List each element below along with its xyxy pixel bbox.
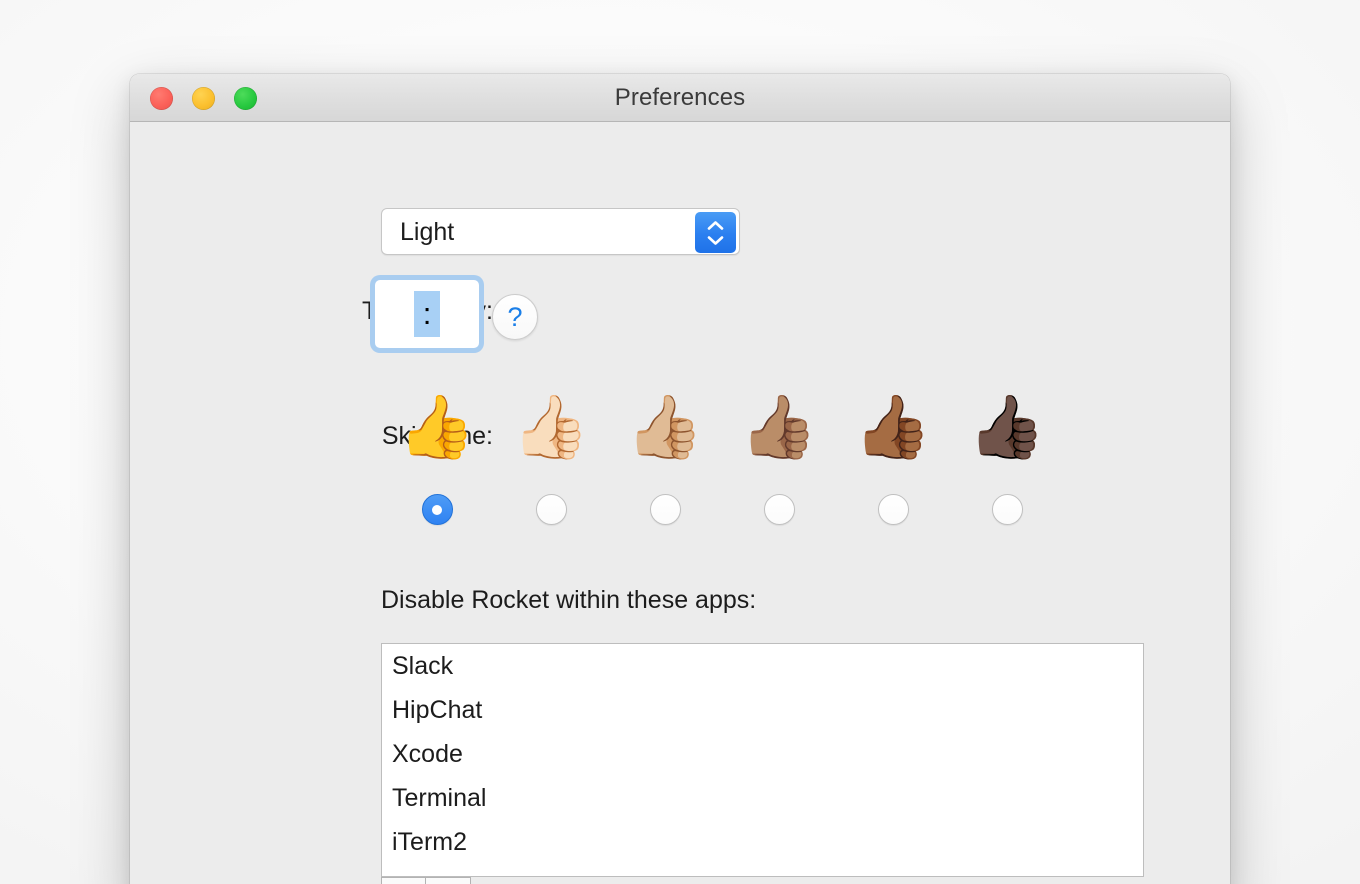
help-button[interactable]: ? bbox=[492, 294, 538, 340]
window-title: Preferences bbox=[614, 84, 746, 111]
thumbs-up-icon: 👍 bbox=[398, 393, 476, 462]
skin-tone-option-light[interactable]: 👍🏻 bbox=[494, 388, 608, 468]
skin-tone-radio-medium[interactable] bbox=[763, 494, 795, 525]
list-item[interactable]: iTerm2 bbox=[382, 820, 1143, 864]
remove-app-button[interactable] bbox=[426, 877, 471, 884]
list-item[interactable]: Terminal bbox=[382, 776, 1143, 820]
skin-tone-option-default[interactable]: 👍 bbox=[380, 388, 494, 468]
disabled-apps-list[interactable]: Slack HipChat Xcode Terminal iTerm2 bbox=[381, 643, 1144, 877]
skin-tone-radio-medium-light[interactable] bbox=[649, 494, 681, 525]
skin-tone-option-medium-dark[interactable]: 👍🏾 bbox=[836, 388, 950, 468]
disable-apps-heading: Disable Rocket within these apps: bbox=[381, 586, 757, 614]
desktop-background: Preferences Theme: Light Trigger key: bbox=[0, 0, 1360, 884]
window-titlebar[interactable]: Preferences bbox=[130, 74, 1230, 122]
skin-tone-radio-group bbox=[380, 494, 1064, 525]
skin-tone-option-medium-light[interactable]: 👍🏼 bbox=[608, 388, 722, 468]
trigger-key-input[interactable]: : bbox=[375, 280, 479, 348]
question-mark-icon: ? bbox=[507, 301, 523, 332]
list-item[interactable]: Xcode bbox=[382, 732, 1143, 776]
skin-tone-radio-dark[interactable] bbox=[991, 494, 1023, 525]
thumbs-up-icon: 👍🏾 bbox=[854, 393, 932, 462]
skin-tone-radio-default[interactable] bbox=[421, 494, 453, 525]
thumbs-up-icon: 👍🏼 bbox=[626, 393, 704, 462]
skin-tone-emoji-row: 👍 👍🏻 👍🏼 👍🏽 👍🏾 👍🏿 bbox=[380, 388, 1064, 468]
thumbs-up-icon: 👍🏻 bbox=[512, 393, 590, 462]
skin-tone-radio-cell bbox=[836, 494, 950, 525]
skin-tone-radio-cell bbox=[722, 494, 836, 525]
skin-tone-option-medium[interactable]: 👍🏽 bbox=[722, 388, 836, 468]
skin-tone-radio-cell bbox=[608, 494, 722, 525]
list-item[interactable]: HipChat bbox=[382, 688, 1143, 732]
thumbs-up-icon: 👍🏽 bbox=[740, 393, 818, 462]
add-app-button[interactable] bbox=[381, 877, 426, 884]
list-toolbar bbox=[381, 877, 471, 884]
chevron-up-down-icon[interactable] bbox=[695, 212, 736, 253]
skin-tone-radio-cell bbox=[380, 494, 494, 525]
list-item[interactable]: Slack bbox=[382, 644, 1143, 688]
trigger-key-value: : bbox=[413, 291, 441, 337]
skin-tone-radio-cell bbox=[950, 494, 1064, 525]
thumbs-up-icon: 👍🏿 bbox=[968, 393, 1046, 462]
skin-tone-radio-light[interactable] bbox=[535, 494, 567, 525]
theme-selected-value: Light bbox=[400, 218, 455, 246]
preferences-content: Theme: Light Trigger key: : ? bbox=[130, 122, 1230, 884]
theme-popup-button[interactable]: Light bbox=[381, 208, 740, 255]
skin-tone-radio-cell bbox=[494, 494, 608, 525]
skin-tone-radio-medium-dark[interactable] bbox=[877, 494, 909, 525]
skin-tone-option-dark[interactable]: 👍🏿 bbox=[950, 388, 1064, 468]
preferences-window: Preferences Theme: Light Trigger key: bbox=[130, 74, 1230, 884]
